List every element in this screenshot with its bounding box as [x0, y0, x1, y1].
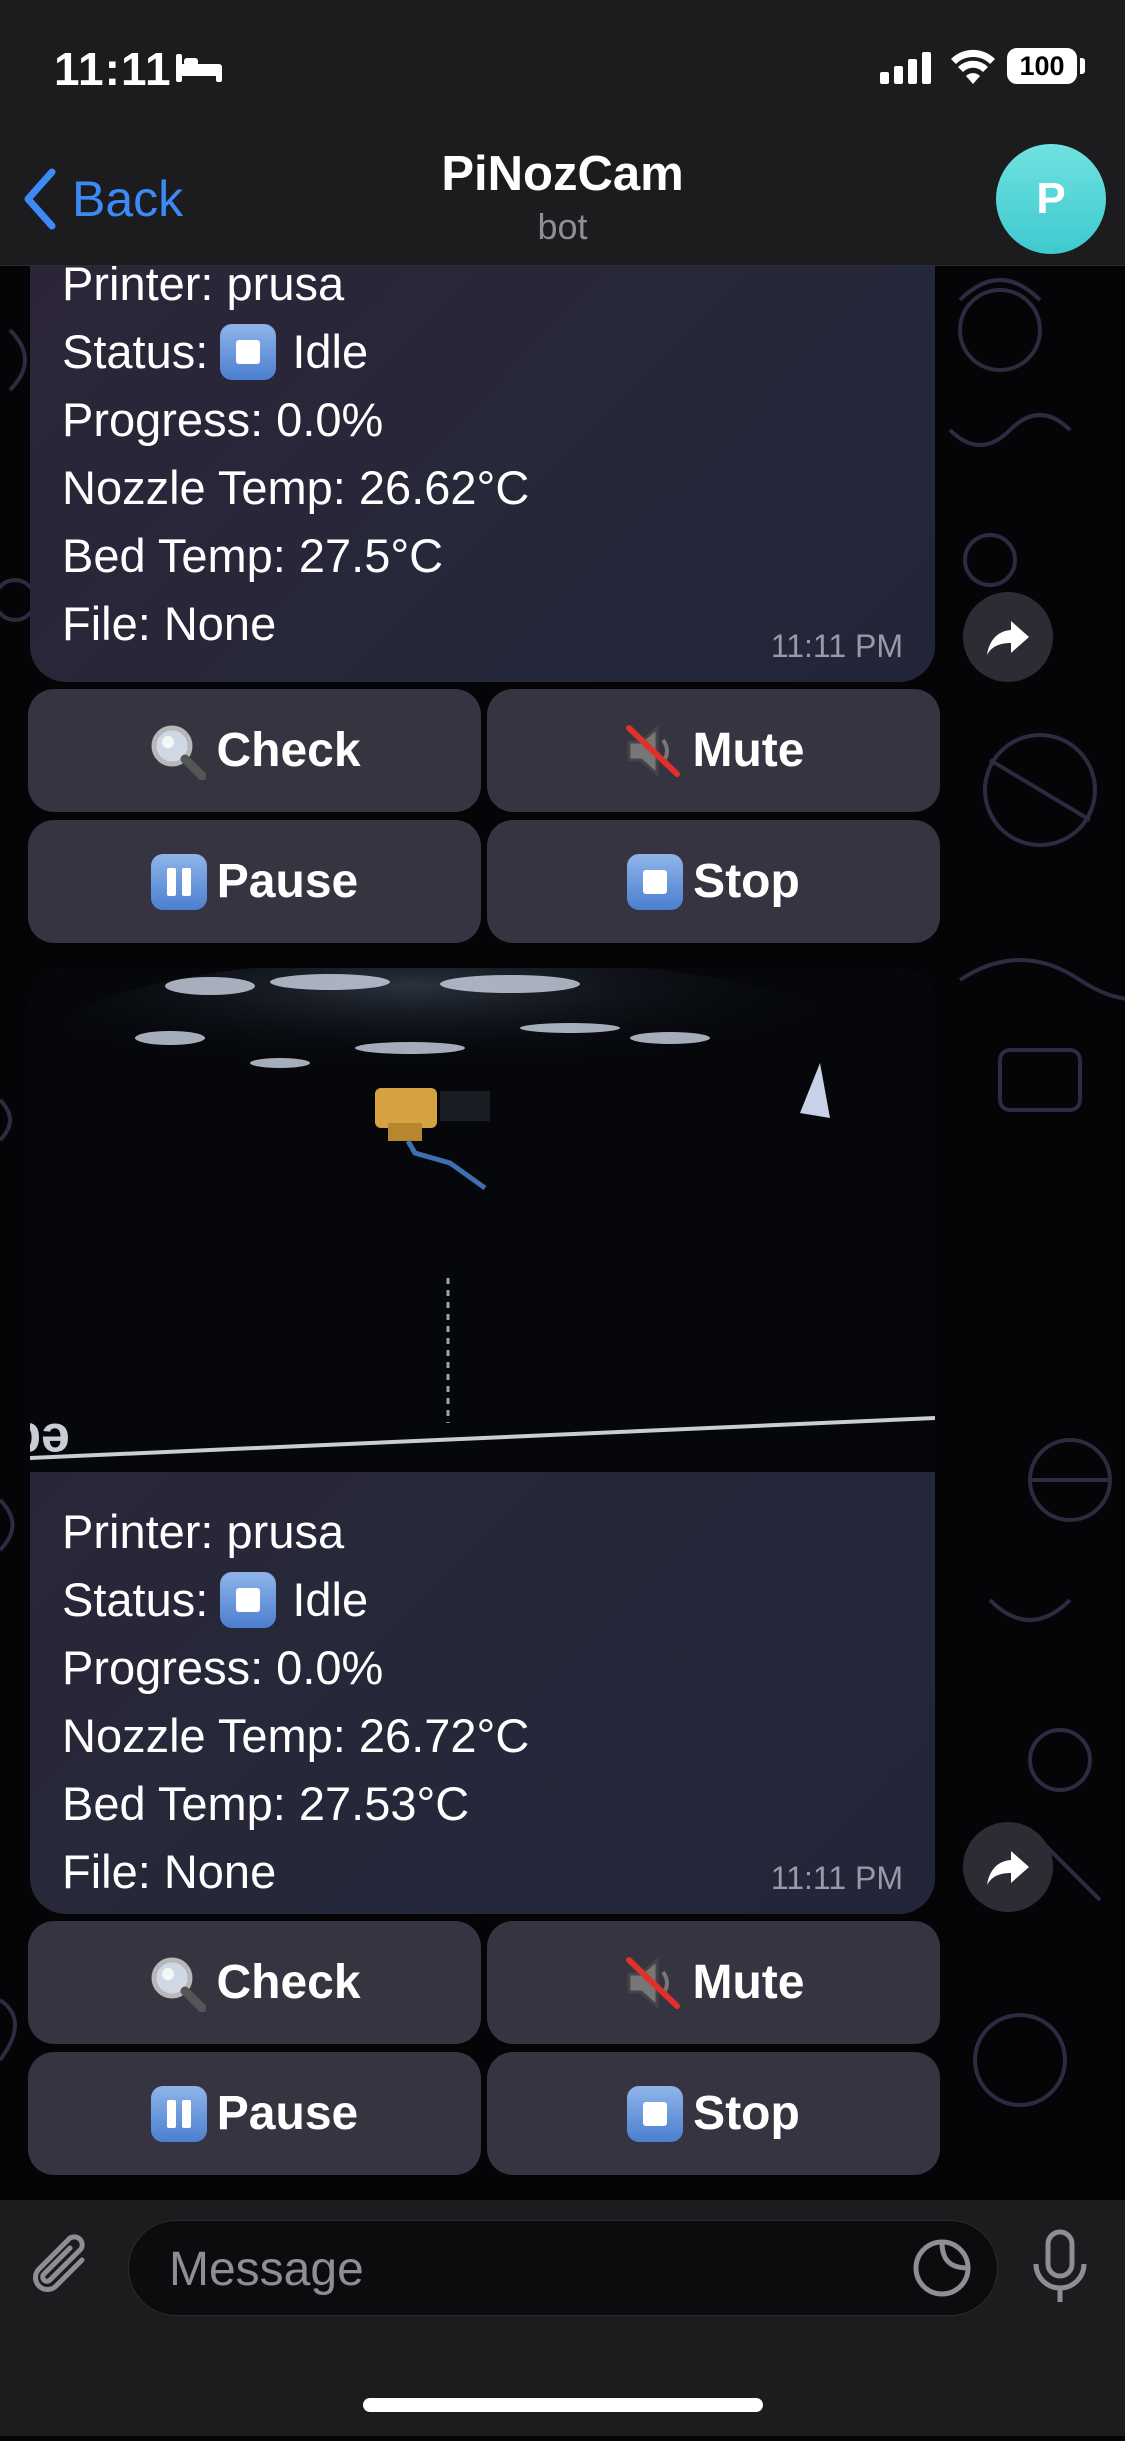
pause-icon	[150, 2085, 207, 2142]
battery-cap	[1080, 58, 1085, 74]
photo-status-message: ed Steel Sheet by Prus Printer: prusa St…	[30, 968, 935, 1914]
bed-temp-line: Bed Temp: 27.5°C	[62, 529, 444, 582]
magnifier-icon	[148, 1954, 207, 2012]
check-button[interactable]: Check	[28, 1921, 481, 2044]
pause-icon	[150, 853, 207, 910]
progress-line: Progress: 0.0%	[62, 393, 384, 446]
camera-photo[interactable]: ed Steel Sheet by Prus	[30, 968, 935, 1472]
pause-button[interactable]: Pause	[28, 820, 481, 943]
sleep-mode-icon	[174, 50, 224, 89]
paperclip-icon[interactable]	[30, 2230, 100, 2311]
stop-icon	[627, 853, 684, 910]
bed-temp-line: Bed Temp: 27.53°C	[62, 1777, 470, 1830]
stop-button[interactable]: Stop	[487, 820, 940, 943]
photo-overlay-text: ed Steel Sheet by Prus	[30, 1412, 70, 1470]
forward-arrow-icon	[987, 621, 1029, 655]
forward-arrow-icon	[987, 1851, 1029, 1885]
sticker-icon[interactable]	[912, 2238, 972, 2303]
pause-label: Pause	[216, 855, 359, 908]
check-button[interactable]: Check	[28, 689, 481, 812]
status-label: Status:	[62, 325, 209, 378]
forward-button[interactable]	[963, 592, 1053, 682]
status-value: Idle	[292, 325, 369, 378]
mute-label: Mute	[692, 724, 805, 777]
message-time: 11:11 PM	[770, 1860, 903, 1896]
wifi-icon	[950, 46, 996, 91]
mute-button[interactable]: Mute	[487, 1921, 940, 2044]
status-time: 11:11	[54, 43, 172, 95]
stop-label: Stop	[693, 855, 800, 908]
printer-line: Printer: prusa	[62, 1505, 345, 1558]
check-label: Check	[216, 724, 361, 777]
check-label: Check	[216, 1956, 361, 2009]
forward-button[interactable]	[963, 1822, 1053, 1912]
progress-line: Progress: 0.0%	[62, 1641, 384, 1694]
battery-indicator: 100	[1007, 48, 1077, 84]
pause-label: Pause	[216, 2087, 359, 2140]
chat-subtitle: bot	[537, 206, 588, 247]
muted-speaker-icon	[623, 1954, 683, 2012]
status-line: Status: Idle	[62, 1566, 529, 1634]
file-line: File: None	[62, 597, 277, 650]
nozzle-temp-line: Nozzle Temp: 26.62°C	[62, 461, 530, 514]
mute-label: Mute	[692, 1956, 805, 2009]
message-input[interactable]	[167, 2221, 911, 2317]
status-message: Printer: prusa Status: Idle Progress: 0.…	[30, 250, 935, 682]
magnifier-icon	[148, 722, 207, 780]
microphone-icon[interactable]	[1030, 2228, 1090, 2313]
message-text: Printer: prusa Status: Idle Progress: 0.…	[62, 250, 529, 658]
message-time: 11:11 PM	[770, 628, 903, 664]
cellular-signal-icon	[880, 50, 934, 89]
pause-button[interactable]: Pause	[28, 2052, 481, 2175]
stop-icon	[627, 2085, 684, 2142]
stop-button-emoji-icon	[220, 324, 277, 380]
stop-label: Stop	[693, 2087, 800, 2140]
chat-title: PiNozCam	[441, 147, 684, 201]
muted-speaker-icon	[623, 722, 683, 780]
mute-button[interactable]: Mute	[487, 689, 940, 812]
status-label: Status:	[62, 1573, 209, 1626]
file-line: File: None	[62, 1845, 277, 1898]
stop-button[interactable]: Stop	[487, 2052, 940, 2175]
nozzle-temp-line: Nozzle Temp: 26.72°C	[62, 1709, 530, 1762]
bot-avatar[interactable]: P	[996, 144, 1106, 254]
message-field[interactable]	[128, 2220, 998, 2317]
message-text: Printer: prusa Status: Idle Progress: 0.…	[62, 1498, 529, 1906]
status-bar: 11:11 100	[0, 0, 1125, 140]
status-value: Idle	[292, 1573, 369, 1626]
status-line: Status: Idle	[62, 318, 529, 386]
home-indicator[interactable]	[363, 2398, 763, 2412]
chat-header: Back PiNozCam bot P	[0, 140, 1125, 266]
stop-button-emoji-icon	[220, 1572, 277, 1628]
